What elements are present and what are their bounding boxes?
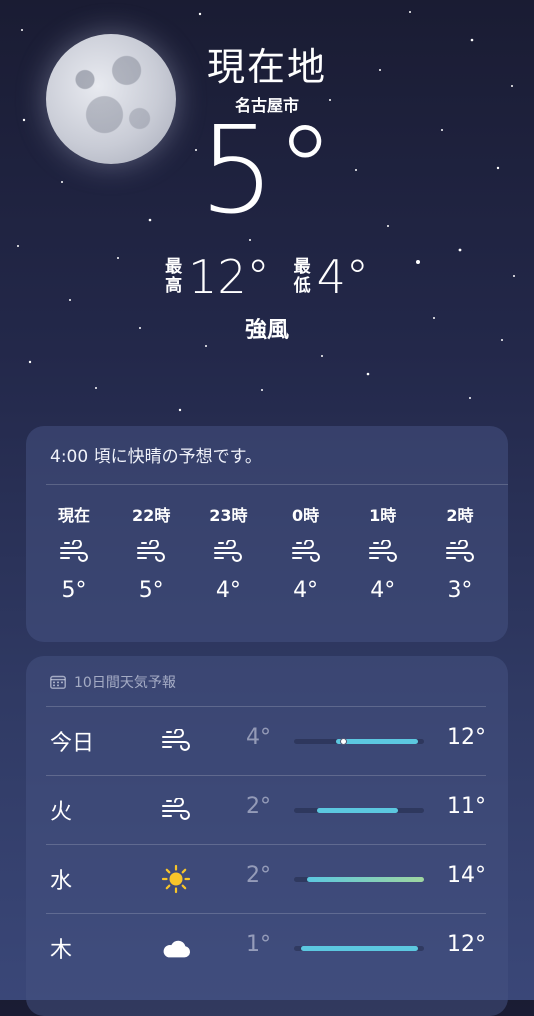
day-high-temperature: 14° [447, 863, 486, 888]
day-label: 火 [50, 800, 73, 825]
current-temperature: 5° [198, 102, 336, 241]
day-low-temperature: 1° [246, 932, 271, 957]
day-low-temperature: 2° [246, 794, 271, 819]
hourly-temperature: 4° [370, 578, 396, 603]
wind-icon [368, 539, 398, 564]
hourly-temperature: 5° [61, 578, 87, 603]
hourly-time: 2時 [446, 506, 474, 525]
day-high-temperature: 11° [447, 794, 486, 819]
wind-icon [160, 795, 192, 825]
hourly-time: 0時 [291, 506, 320, 525]
hourly-temperature: 4° [293, 578, 319, 603]
temperature-range-bar [294, 738, 424, 745]
low-temperature: 4° [316, 250, 369, 304]
day-label: 水 [50, 869, 73, 894]
high-low-temperatures: 最 高 12° 最 低 4° [0, 252, 534, 302]
hourly-temperature: 3° [447, 578, 473, 603]
day-row[interactable]: 火 2° 11° [26, 776, 508, 844]
ten-day-header: 10日間天気予報 [50, 672, 176, 692]
high-temperature: 12° [188, 250, 270, 304]
hourly-list[interactable]: 現在 5° 22時 5° 23時 4° 0時 4° 1時 4° 2時 3° [36, 502, 498, 603]
temperature-range-fill [307, 877, 424, 882]
wind-icon [213, 539, 243, 564]
hourly-item: 23時 4° [190, 502, 266, 603]
hourly-divider [46, 484, 508, 485]
day-low-temperature: 2° [246, 863, 271, 888]
day-high-temperature: 12° [447, 932, 486, 957]
hourly-item: 2時 3° [422, 502, 498, 603]
temperature-range-fill [336, 739, 418, 744]
hourly-time: 1時 [369, 506, 397, 525]
day-high-temperature: 12° [447, 725, 486, 750]
hourly-time: 現在 [57, 506, 90, 525]
hourly-time: 22時 [132, 506, 171, 525]
hourly-item: 1時 4° [345, 502, 421, 603]
location-title: 現在地 [206, 45, 327, 89]
hourly-time: 23時 [209, 506, 248, 525]
cloud-icon [160, 933, 192, 963]
temperature-range-bar [294, 946, 424, 951]
temperature-range-bar [294, 808, 424, 813]
ten-day-header-label: 10日間天気予報 [74, 675, 176, 691]
current-temp-indicator [340, 738, 347, 745]
sun-icon [160, 864, 192, 894]
day-low-temperature: 4° [246, 725, 271, 750]
day-label: 木 [50, 938, 73, 963]
hourly-temperature: 4° [215, 578, 241, 603]
hourly-forecast-card[interactable]: 4:00 頃に快晴の予想です。 現在 5° 22時 5° 23時 4° 0時 4° 1時 4° 2時… [26, 426, 508, 642]
temperature-range-bar [294, 877, 424, 882]
high-label: 最 高 [165, 257, 183, 296]
hourly-summary: 4:00 頃に快晴の予想です。 [50, 447, 262, 467]
temperature-range-fill [301, 946, 418, 951]
ten-day-forecast-card[interactable]: 10日間天気予報 今日 4° 12° 火 2° 11° 水 2° 14° 木 1° 12° [26, 656, 508, 1016]
day-row[interactable]: 水 2° 14° [26, 845, 508, 913]
wind-icon [291, 539, 321, 564]
low-label: 最 低 [293, 257, 311, 296]
hourly-item: 22時 5° [113, 502, 189, 603]
wind-icon [59, 539, 89, 564]
day-row[interactable]: 今日 4° 12° [26, 707, 508, 775]
wind-icon [160, 726, 192, 756]
hourly-temperature: 5° [138, 578, 164, 603]
day-label: 今日 [50, 731, 95, 756]
calendar-icon [50, 675, 66, 689]
hourly-item: 0時 4° [268, 502, 344, 603]
wind-icon [136, 539, 166, 564]
hourly-item: 現在 5° [36, 502, 112, 603]
current-condition: 強風 [244, 318, 289, 343]
wind-icon [445, 539, 475, 564]
temperature-range-fill [317, 808, 398, 813]
day-row[interactable]: 木 1° 12° [26, 914, 508, 982]
